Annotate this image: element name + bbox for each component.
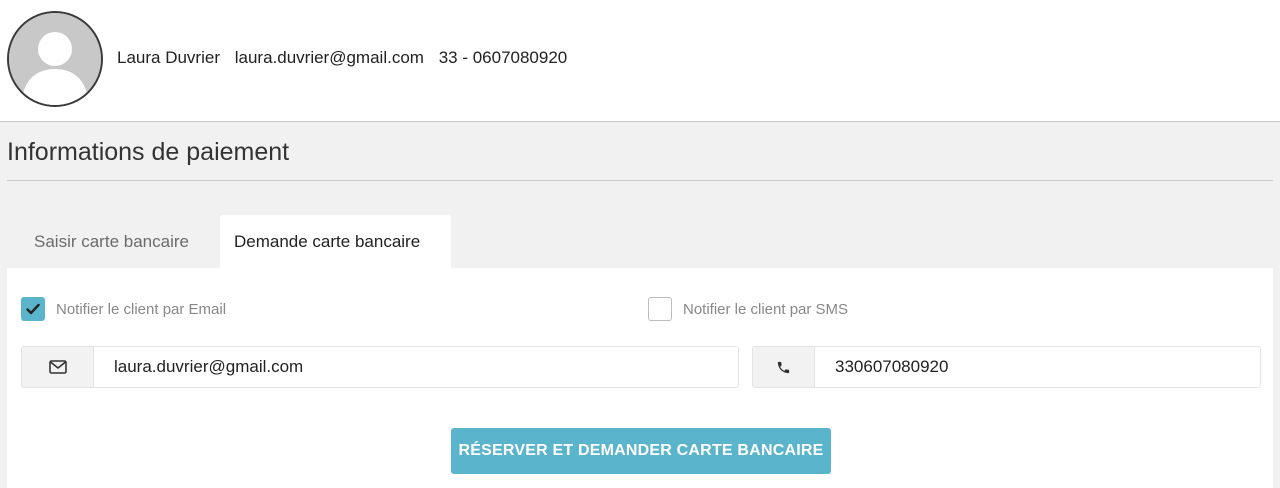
- notify-sms-label: Notifier le client par SMS: [683, 300, 849, 318]
- section-divider: [7, 180, 1273, 181]
- email-input-group: [21, 346, 739, 388]
- user-info: Laura Duvrier laura.duvrier@gmail.com 33…: [117, 48, 577, 68]
- tab-demande-carte[interactable]: Demande carte bancaire: [220, 215, 451, 268]
- reserve-request-card-button[interactable]: RÉSERVER ET DEMANDER CARTE BANCAIRE: [451, 428, 831, 474]
- email-field[interactable]: [94, 347, 738, 387]
- phone-icon: [777, 361, 790, 373]
- user-name: Laura Duvrier: [117, 48, 220, 67]
- user-email: laura.duvrier@gmail.com: [234, 48, 424, 67]
- user-phone: 33 - 0607080920: [438, 48, 568, 67]
- phone-input-group: [752, 346, 1261, 388]
- avatar: [7, 11, 103, 107]
- phone-field[interactable]: [815, 347, 1260, 387]
- user-silhouette-icon: [9, 13, 101, 105]
- page-title: Informations de paiement: [7, 138, 290, 166]
- phone-addon: [753, 347, 815, 387]
- notify-sms-option[interactable]: Notifier le client par SMS: [648, 297, 848, 321]
- checkmark-icon: [26, 303, 40, 315]
- email-addon: [22, 347, 94, 387]
- notify-email-label: Notifier le client par Email: [56, 300, 227, 318]
- user-header: Laura Duvrier laura.duvrier@gmail.com 33…: [0, 0, 1280, 122]
- notify-sms-checkbox[interactable]: [648, 297, 672, 321]
- notify-email-checkbox[interactable]: [21, 297, 45, 321]
- notify-email-option[interactable]: Notifier le client par Email: [21, 297, 226, 321]
- tab-saisir-carte[interactable]: Saisir carte bancaire: [20, 215, 203, 268]
- envelope-icon: [48, 360, 67, 374]
